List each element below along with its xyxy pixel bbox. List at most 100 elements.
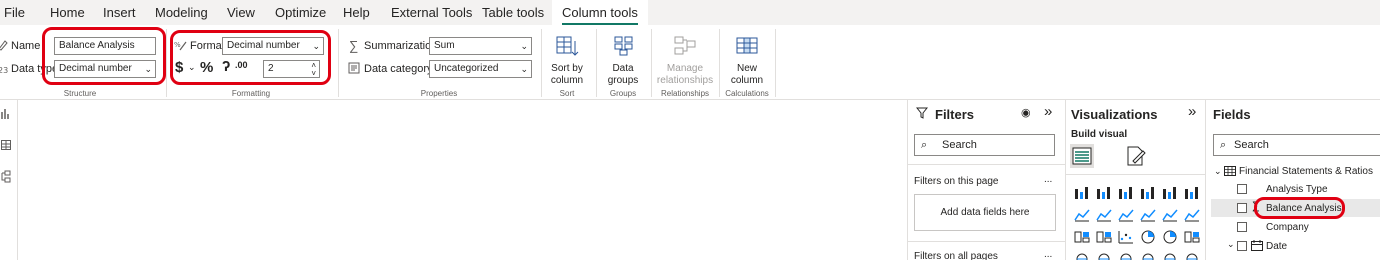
stacked-bar-chart-icon[interactable] xyxy=(1074,186,1090,200)
add-data-fields-text: Add data fields here xyxy=(940,207,1030,218)
ribbon-tab-bar: File Home Insert Modeling View Optimize … xyxy=(0,0,1380,25)
balance-analysis-highlight xyxy=(1254,197,1345,219)
chevron-down-icon: ⌄ xyxy=(520,64,528,74)
tab-optimize[interactable]: Optimize xyxy=(275,0,326,25)
line-chart-icon[interactable] xyxy=(1074,208,1090,222)
filled-map-icon[interactable] xyxy=(1096,252,1112,260)
new-column-line2: column xyxy=(730,75,764,86)
field-analysis-type[interactable]: Analysis Type xyxy=(1266,184,1328,195)
data-category-icon xyxy=(348,62,360,77)
table-view-icon[interactable] xyxy=(1,139,11,154)
more-options-icon[interactable]: ... xyxy=(1044,174,1052,185)
group-divider xyxy=(775,29,776,97)
azure-map-icon[interactable] xyxy=(1140,252,1156,260)
filters-search-placeholder: Search xyxy=(942,139,977,151)
tab-table-tools[interactable]: Table tools xyxy=(482,0,544,25)
data-groups-button[interactable]: Data groups xyxy=(601,35,645,87)
fields-pane: Fields ⌕ Search ⌄ Financial Statements &… xyxy=(1205,100,1380,260)
group-divider xyxy=(338,29,339,97)
shape-map-icon[interactable] xyxy=(1118,252,1134,260)
ribbon-chart-icon[interactable] xyxy=(1184,208,1200,222)
structure-highlight xyxy=(42,27,166,85)
sort-group-label: Sort xyxy=(559,89,575,98)
tab-column-tools[interactable]: Column tools xyxy=(552,0,648,25)
funnel-chart-icon[interactable] xyxy=(1096,230,1112,244)
filters-search-input[interactable]: ⌕ Search xyxy=(914,134,1055,156)
visualizations-pane: Visualizations » Build visual xyxy=(1065,100,1206,260)
more-options-icon[interactable]: ... xyxy=(1044,249,1052,260)
donut-chart-icon[interactable] xyxy=(1162,230,1178,244)
data-category-dropdown[interactable]: Uncategorized ⌄ xyxy=(429,60,532,78)
waterfall-chart-icon[interactable] xyxy=(1074,230,1090,244)
sort-by-column-icon xyxy=(546,35,588,61)
tab-help[interactable]: Help xyxy=(343,0,370,25)
100-column-chart-icon[interactable] xyxy=(1184,186,1200,200)
stacked-area-chart-icon[interactable] xyxy=(1118,208,1134,222)
tab-modeling[interactable]: Modeling xyxy=(155,0,208,25)
manage-relationships-line2: relationships xyxy=(656,75,714,86)
line-clustered-column-icon[interactable] xyxy=(1162,208,1178,222)
collapse-visualizations-icon[interactable]: » xyxy=(1188,103,1196,120)
visualizations-title: Visualizations xyxy=(1071,107,1158,122)
view-switcher-bar xyxy=(0,100,18,260)
calculations-group-label: Calculations xyxy=(725,89,769,98)
stacked-column-chart-icon[interactable] xyxy=(1096,186,1112,200)
treemap-icon[interactable] xyxy=(1184,230,1200,244)
build-visual-tab[interactable] xyxy=(1070,144,1094,168)
summarization-icon: ∑ xyxy=(349,38,359,53)
properties-group-label: Properties xyxy=(420,89,458,98)
svg-text:23: 23 xyxy=(0,66,8,75)
clustered-bar-chart-icon[interactable] xyxy=(1118,186,1134,200)
field-checkbox[interactable] xyxy=(1237,222,1247,232)
filters-on-this-page-label: Filters on this page xyxy=(914,176,999,187)
eye-icon[interactable]: ◉ xyxy=(1021,106,1031,119)
divider xyxy=(908,164,1066,165)
chevron-down-icon: ⌄ xyxy=(520,41,528,51)
relationships-group-label: Relationships xyxy=(660,89,710,98)
model-view-icon[interactable] xyxy=(1,170,11,187)
collapse-filters-icon[interactable]: » xyxy=(1044,103,1052,120)
group-divider xyxy=(596,29,597,97)
tab-insert[interactable]: Insert xyxy=(103,0,136,25)
pie-chart-icon[interactable] xyxy=(1140,230,1156,244)
tab-file[interactable]: File xyxy=(4,0,25,25)
scatter-chart-icon[interactable] xyxy=(1118,230,1134,244)
manage-relationships-button[interactable]: Manage relationships xyxy=(655,35,715,87)
field-checkbox[interactable] xyxy=(1237,203,1247,213)
clustered-column-chart-icon[interactable] xyxy=(1140,186,1156,200)
calendar-icon xyxy=(1251,240,1263,255)
formatting-highlight xyxy=(170,30,331,85)
report-canvas[interactable] xyxy=(18,100,908,260)
summarization-label: Summarization xyxy=(364,40,438,52)
name-icon xyxy=(0,39,8,54)
card-icon[interactable] xyxy=(1184,252,1200,260)
chevron-down-icon[interactable]: ⌄ xyxy=(1214,166,1222,177)
new-column-button[interactable]: New column xyxy=(724,35,770,87)
tab-home[interactable]: Home xyxy=(50,0,85,25)
table-name[interactable]: Financial Statements & Ratios xyxy=(1239,166,1373,177)
area-chart-icon[interactable] xyxy=(1096,208,1112,222)
tab-external-tools[interactable]: External Tools xyxy=(391,0,472,25)
fields-search-input[interactable]: ⌕ Search xyxy=(1213,134,1380,156)
format-visual-tab[interactable] xyxy=(1124,144,1148,171)
name-label: Name xyxy=(11,40,41,52)
map-icon[interactable] xyxy=(1074,252,1090,260)
field-checkbox[interactable] xyxy=(1237,241,1247,251)
field-date[interactable]: Date xyxy=(1266,241,1287,252)
100-bar-chart-icon[interactable] xyxy=(1162,186,1178,200)
line-column-chart-icon[interactable] xyxy=(1140,208,1156,222)
tab-view[interactable]: View xyxy=(227,0,255,25)
filters-pane: Filters ◉ » ⌕ Search Filters on this pag… xyxy=(907,100,1066,260)
summarization-dropdown[interactable]: Sum ⌄ xyxy=(429,37,532,55)
gauge-icon[interactable] xyxy=(1162,252,1178,260)
add-data-fields-dropzone[interactable]: Add data fields here xyxy=(914,194,1056,231)
data-category-label: Data category xyxy=(364,63,433,75)
field-company[interactable]: Company xyxy=(1266,222,1309,233)
report-view-icon[interactable] xyxy=(1,108,11,123)
fields-search-placeholder: Search xyxy=(1234,139,1269,151)
data-category-value: Uncategorized xyxy=(434,63,499,74)
group-divider xyxy=(166,29,167,97)
sort-by-column-button[interactable]: Sort by column xyxy=(546,35,588,87)
chevron-down-icon[interactable]: ⌄ xyxy=(1227,239,1235,250)
field-checkbox[interactable] xyxy=(1237,184,1247,194)
